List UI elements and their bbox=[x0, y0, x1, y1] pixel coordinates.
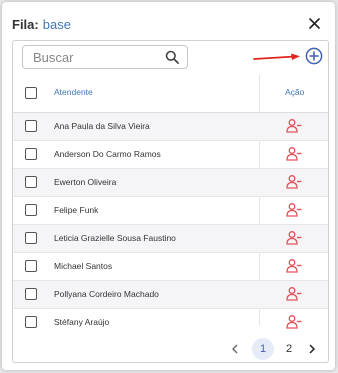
table-header: Atendente Ação bbox=[13, 75, 328, 113]
next-page-button[interactable] bbox=[301, 338, 323, 360]
table-row: Leticia Grazielle Sousa Faustino bbox=[13, 225, 328, 253]
search-icon[interactable] bbox=[165, 50, 179, 64]
row-checkbox[interactable] bbox=[25, 232, 37, 244]
column-header-agent: Atendente bbox=[54, 87, 93, 97]
table-row: Ana Paula da Silva Vieira bbox=[13, 113, 328, 141]
user-remove-icon[interactable] bbox=[286, 286, 302, 302]
user-remove-icon[interactable] bbox=[286, 202, 302, 218]
prev-page-button[interactable] bbox=[224, 338, 246, 360]
chevron-left-icon bbox=[232, 344, 238, 354]
agent-name: Pollyana Cordeiro Machado bbox=[54, 289, 159, 299]
table-row: Felipe Funk bbox=[13, 197, 328, 225]
add-circle-icon[interactable] bbox=[305, 47, 323, 65]
column-header-action: Ação bbox=[285, 87, 305, 97]
table-row: Stéfany Araújo bbox=[13, 309, 328, 336]
search-box bbox=[22, 45, 188, 69]
row-checkbox[interactable] bbox=[25, 176, 37, 188]
agent-name: Ana Paula da Silva Vieira bbox=[54, 121, 150, 131]
page-2-button[interactable]: 2 bbox=[278, 338, 300, 360]
agent-name: Felipe Funk bbox=[54, 205, 99, 215]
table-row: Ewerton Oliveira bbox=[13, 169, 328, 197]
agent-name: Stéfany Araújo bbox=[54, 317, 110, 327]
agent-name: Michael Santos bbox=[54, 261, 113, 271]
user-remove-icon[interactable] bbox=[286, 118, 302, 134]
pagination: 1 2 bbox=[13, 338, 328, 360]
row-checkbox[interactable] bbox=[25, 288, 37, 300]
agent-name: Ewerton Oliveira bbox=[54, 177, 117, 187]
agents-panel: Atendente Ação Ana Paula da Silva Vieira… bbox=[12, 40, 329, 363]
search-input[interactable] bbox=[33, 49, 161, 65]
row-checkbox[interactable] bbox=[25, 316, 37, 328]
chevron-right-icon bbox=[309, 344, 316, 354]
agent-name: Leticia Grazielle Sousa Faustino bbox=[54, 233, 176, 243]
page-1-button[interactable]: 1 bbox=[252, 338, 274, 360]
table-row: Anderson Do Carmo Ramos bbox=[13, 141, 328, 169]
arrow-annotation bbox=[253, 53, 300, 60]
row-checkbox[interactable] bbox=[25, 260, 37, 272]
close-button[interactable] bbox=[305, 14, 323, 32]
dialog-header: Fila: base bbox=[12, 14, 325, 34]
dialog-title-name: base bbox=[42, 16, 71, 32]
queue-dialog: Fila: base Atendente bbox=[2, 2, 335, 370]
row-checkbox[interactable] bbox=[25, 204, 37, 216]
row-checkbox[interactable] bbox=[25, 120, 37, 132]
user-remove-icon[interactable] bbox=[286, 146, 302, 162]
table-row: Michael Santos bbox=[13, 253, 328, 281]
agent-name: Anderson Do Carmo Ramos bbox=[54, 149, 161, 159]
user-remove-icon[interactable] bbox=[286, 230, 302, 246]
dialog-title-prefix: Fila: bbox=[12, 16, 39, 32]
user-remove-icon[interactable] bbox=[286, 258, 302, 274]
table-row: Pollyana Cordeiro Machado bbox=[13, 281, 328, 309]
row-checkbox[interactable] bbox=[25, 148, 37, 160]
agents-table: Atendente Ação Ana Paula da Silva Vieira… bbox=[13, 75, 328, 336]
close-icon bbox=[308, 17, 320, 29]
select-all-checkbox[interactable] bbox=[25, 87, 37, 99]
user-remove-icon[interactable] bbox=[286, 174, 302, 190]
user-remove-icon[interactable] bbox=[286, 314, 302, 330]
